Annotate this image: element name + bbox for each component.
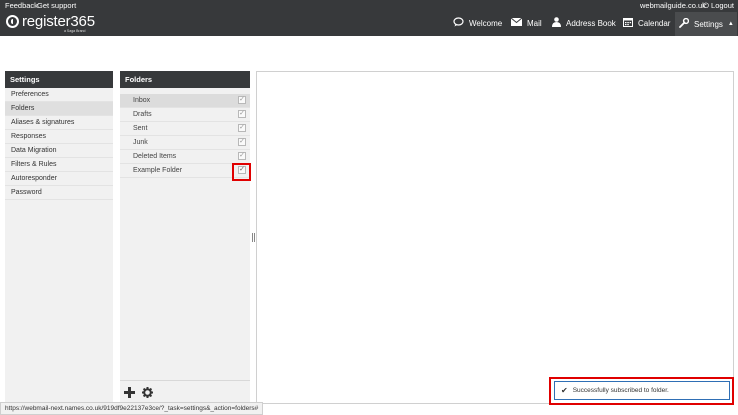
toast-message: Successfully subscribed to folder. xyxy=(572,387,669,394)
top-bar: Feedback Get support webmailguide.co.uk … xyxy=(0,0,738,36)
settings-item-data-migration[interactable]: Data Migration xyxy=(5,144,113,158)
nav-welcome-label: Welcome xyxy=(469,18,503,28)
folder-name: Inbox xyxy=(133,97,151,104)
power-icon: ⏻ xyxy=(703,1,709,10)
gear-icon[interactable] xyxy=(142,385,153,403)
folder-name: Deleted Items xyxy=(133,153,177,160)
folders-footer xyxy=(120,380,250,404)
caret-up-icon[interactable]: ▲ xyxy=(728,21,734,27)
feedback-link[interactable]: Feedback xyxy=(5,1,38,10)
person-icon xyxy=(552,17,561,29)
folder-row-deleted-items[interactable]: Deleted Items ✓ xyxy=(120,150,250,164)
nav-address-book-label: Address Book xyxy=(566,18,616,28)
settings-item-preferences[interactable]: Preferences xyxy=(5,88,113,102)
nav-welcome[interactable]: Welcome xyxy=(453,13,502,33)
folders-panel: Inbox ✓ Drafts ✓ Sent ✓ Junk ✓ Deleted Items… xyxy=(120,88,250,404)
settings-item-folders[interactable]: Folders xyxy=(5,102,113,116)
logo-text: register365 xyxy=(22,13,95,30)
folder-name: Sent xyxy=(133,125,148,132)
highlight-annotation xyxy=(232,163,251,181)
settings-item-password[interactable]: Password xyxy=(5,186,113,200)
folder-row-example-folder[interactable]: Example Folder ✓ xyxy=(120,164,250,178)
wrench-icon xyxy=(679,17,690,30)
settings-item-filters-rules[interactable]: Filters & Rules xyxy=(5,158,113,172)
folder-details-frame xyxy=(256,71,734,404)
folder-row-drafts[interactable]: Drafts ✓ xyxy=(120,108,250,122)
settings-panel-header: Settings xyxy=(5,71,113,88)
envelope-icon xyxy=(510,17,523,28)
logo-mark-icon xyxy=(6,15,19,28)
folder-row-sent[interactable]: Sent ✓ xyxy=(120,122,250,136)
domain-label: webmailguide.co.uk xyxy=(640,1,706,10)
add-folder-icon[interactable] xyxy=(124,385,135,403)
nav-calendar[interactable]: Calendar xyxy=(623,13,670,33)
subscribe-checkbox[interactable]: ✓ xyxy=(238,152,246,160)
status-toast: ✔ Successfully subscribed to folder. xyxy=(554,381,730,400)
settings-item-aliases-signatures[interactable]: Aliases & signatures xyxy=(5,116,113,130)
panel-splitter-handle[interactable] xyxy=(252,233,255,242)
nav-address-book[interactable]: Address Book xyxy=(552,13,616,33)
folder-name: Drafts xyxy=(133,111,152,118)
subscribe-checkbox[interactable]: ✓ xyxy=(238,96,246,104)
nav-settings[interactable]: Settings ▲ xyxy=(675,12,737,36)
subscribe-checkbox[interactable]: ✓ xyxy=(238,124,246,132)
logo-subtext: a Saga Brand xyxy=(64,29,86,33)
settings-item-responses[interactable]: Responses xyxy=(5,130,113,144)
nav-calendar-label: Calendar xyxy=(638,18,671,28)
folder-name: Example Folder xyxy=(133,167,183,174)
nav-settings-label: Settings xyxy=(694,19,723,29)
subscribe-checkbox[interactable]: ✓ xyxy=(238,138,246,146)
logout-label: Logout xyxy=(711,1,734,10)
chat-bubble-icon xyxy=(453,17,464,29)
checkmark-icon: ✔ xyxy=(561,386,568,395)
folder-row-junk[interactable]: Junk ✓ xyxy=(120,136,250,150)
folder-row-inbox[interactable]: Inbox ✓ xyxy=(120,94,250,108)
folders-panel-header: Folders xyxy=(120,71,250,88)
status-bar-url: https://webmail-next.names.co.uk/919df9e… xyxy=(0,402,264,415)
calendar-icon xyxy=(623,17,633,29)
subscribe-checkbox[interactable]: ✓ xyxy=(238,110,246,118)
settings-item-autoresponder[interactable]: Autoresponder xyxy=(5,172,113,186)
folder-name: Junk xyxy=(133,139,148,146)
nav-mail-label: Mail xyxy=(527,18,542,28)
nav-mail[interactable]: Mail xyxy=(510,13,542,33)
settings-panel: Preferences Folders Aliases & signatures… xyxy=(5,88,113,404)
logout-link[interactable]: ⏻ Logout xyxy=(703,1,734,11)
get-support-link[interactable]: Get support xyxy=(37,1,76,10)
